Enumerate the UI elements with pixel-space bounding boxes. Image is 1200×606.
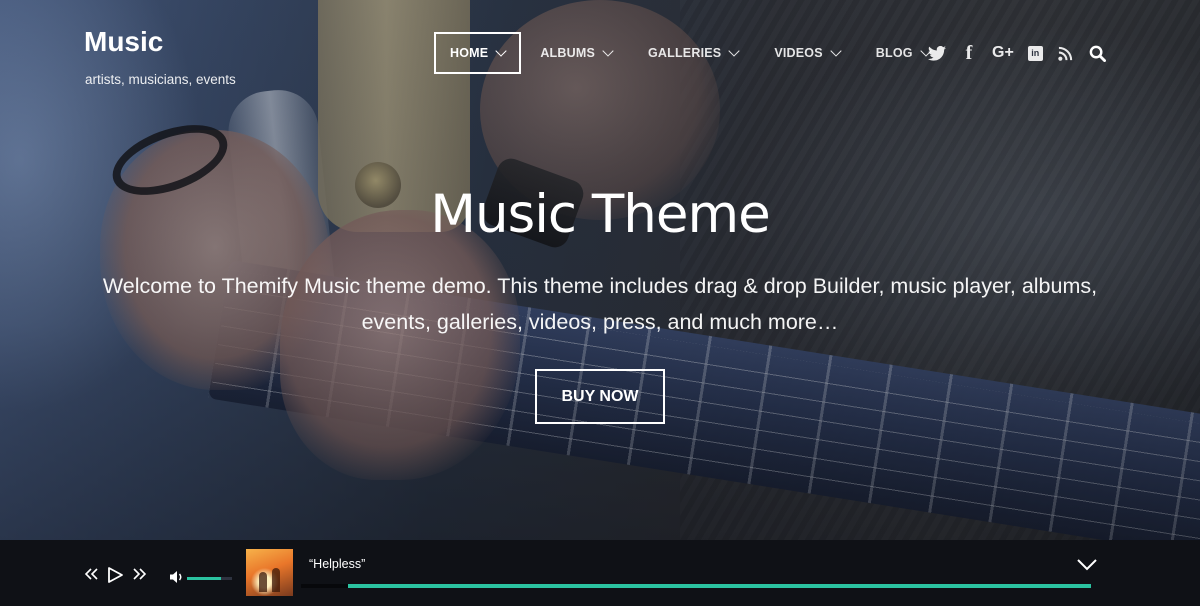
nav-item-videos[interactable]: VIDEOS: [757, 32, 856, 74]
site-tagline: artists, musicians, events: [85, 72, 236, 87]
track-progress-bar[interactable]: [301, 584, 1091, 588]
music-player-bar: “Helpless”: [0, 540, 1200, 606]
facebook-icon[interactable]: f: [960, 41, 978, 65]
google-plus-icon[interactable]: G+: [992, 41, 1014, 65]
nav-item-home[interactable]: HOME: [434, 32, 522, 74]
nav-item-label: VIDEOS: [774, 46, 823, 60]
nav-item-label: BLOG: [875, 46, 913, 60]
album-art-figure: [259, 572, 267, 592]
main-nav: HOME ALBUMS GALLERIES VIDEOS BLOG: [434, 32, 949, 74]
volume-icon[interactable]: [169, 569, 185, 585]
chevron-down-icon: [495, 44, 507, 57]
album-art-thumbnail[interactable]: [246, 549, 293, 596]
album-art-figure: [272, 568, 280, 592]
twitter-icon[interactable]: [928, 41, 946, 65]
next-icon[interactable]: [133, 568, 147, 580]
nav-item-label: HOME: [450, 46, 489, 60]
chevron-down-icon: [830, 44, 842, 57]
site-logo[interactable]: Music: [84, 26, 163, 58]
rss-icon[interactable]: [1057, 41, 1075, 65]
linkedin-icon[interactable]: in: [1027, 45, 1043, 61]
nav-item-label: ALBUMS: [540, 46, 595, 60]
chevron-down-icon: [728, 44, 740, 57]
social-links: f G+ in: [928, 40, 1121, 66]
nav-item-galleries[interactable]: GALLERIES: [631, 32, 755, 74]
hero-description: Welcome to Themify Music theme demo. Thi…: [102, 274, 1098, 334]
chevron-down-icon[interactable]: [1076, 558, 1098, 578]
track-progress-fill: [348, 584, 1091, 588]
nav-item-label: GALLERIES: [647, 46, 722, 60]
track-progress-buffer: [301, 584, 348, 588]
previous-icon[interactable]: [84, 568, 98, 580]
nav-item-albums[interactable]: ALBUMS: [523, 32, 629, 74]
search-icon[interactable]: [1089, 41, 1107, 65]
volume-slider[interactable]: [187, 577, 232, 580]
play-icon[interactable]: [106, 566, 124, 584]
track-title: “Helpless”: [309, 557, 366, 571]
buy-now-button[interactable]: BUY NOW: [535, 369, 665, 424]
hero-title: Music Theme: [430, 184, 770, 245]
chevron-down-icon: [602, 44, 614, 57]
volume-slider-fill: [187, 577, 221, 580]
